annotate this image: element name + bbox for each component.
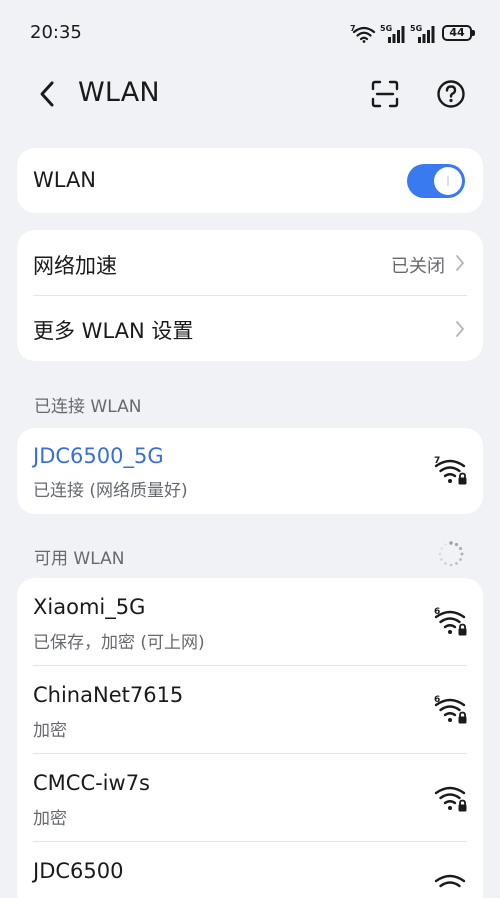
connected-card: JDC6500_5G 已连接 (网络质量好) 7	[17, 428, 483, 514]
settings-card: 网络加速 已关闭 更多 WLAN 设置	[17, 230, 483, 361]
network-name: Xiaomi_5G	[33, 595, 146, 619]
signal-badge-1: 5G	[380, 24, 392, 33]
header: WLAN	[0, 68, 500, 120]
available-networks-card: Xiaomi_5G 已保存，加密 (可上网) 6 ChinaNet7615 加密…	[17, 578, 483, 898]
signal-5g-icon-2: 5G	[410, 24, 435, 43]
wifi-status-icon: 7	[350, 24, 376, 43]
chevron-right-icon	[456, 255, 464, 271]
network-name: CMCC-iw7s	[33, 771, 150, 795]
battery-icon: 44	[442, 25, 475, 41]
chevron-right-icon	[456, 321, 464, 337]
help-icon[interactable]	[436, 79, 466, 109]
wifi-lock-icon	[434, 874, 466, 888]
network-acceleration-value: 已关闭	[391, 256, 445, 277]
signal-5g-icon-1: 5G	[380, 24, 405, 43]
signal-badge-2: 5G	[410, 24, 422, 33]
more-wlan-settings-row[interactable]: 更多 WLAN 设置	[17, 296, 483, 361]
network-status: 已保存，加密 (可上网)	[33, 633, 205, 653]
network-name: JDC6500	[33, 859, 124, 883]
network-status: 加密	[33, 809, 67, 829]
wlan-toggle-switch[interactable]	[407, 164, 465, 198]
wlan-toggle-row[interactable]: WLAN	[17, 148, 483, 213]
scan-icon[interactable]	[370, 79, 400, 109]
back-icon[interactable]	[36, 80, 58, 108]
wifi-lock-icon: 7	[434, 456, 467, 485]
wifi-lock-icon: 6	[434, 607, 467, 636]
wifi-lock-icon	[434, 786, 467, 812]
network-acceleration-row[interactable]: 网络加速 已关闭	[17, 230, 483, 296]
network-name: ChinaNet7615	[33, 683, 184, 707]
connected-section-label: 已连接 WLAN	[34, 397, 142, 417]
status-bar: 20:35 7 5G 5G 44	[0, 0, 500, 68]
battery-level: 44	[449, 26, 465, 39]
toggle-knob	[434, 167, 462, 195]
loading-spinner-icon	[438, 541, 464, 567]
network-row-xiaomi-5g[interactable]: Xiaomi_5G 已保存，加密 (可上网) 6	[17, 578, 483, 666]
network-row-jdc6500[interactable]: JDC6500	[17, 842, 483, 898]
network-row-cmcc-iw7s[interactable]: CMCC-iw7s 加密	[17, 754, 483, 842]
network-row-chinanet7615[interactable]: ChinaNet7615 加密 6	[17, 666, 483, 754]
wlan-toggle-card: WLAN	[17, 148, 483, 213]
connected-network-status: 已连接 (网络质量好)	[33, 481, 188, 501]
status-icons: 7 5G 5G 44	[350, 22, 475, 44]
network-status: 加密	[33, 721, 67, 741]
connected-network-name: JDC6500_5G	[33, 444, 164, 468]
wlan-toggle-label: WLAN	[33, 168, 97, 192]
network-acceleration-label: 网络加速	[33, 254, 117, 278]
available-section-label: 可用 WLAN	[34, 549, 125, 569]
connected-network-row[interactable]: JDC6500_5G 已连接 (网络质量好) 7	[17, 428, 483, 514]
more-wlan-settings-label: 更多 WLAN 设置	[33, 319, 194, 343]
status-time: 20:35	[30, 22, 82, 43]
wifi-lock-icon: 6	[434, 695, 467, 724]
page-title: WLAN	[78, 77, 160, 108]
